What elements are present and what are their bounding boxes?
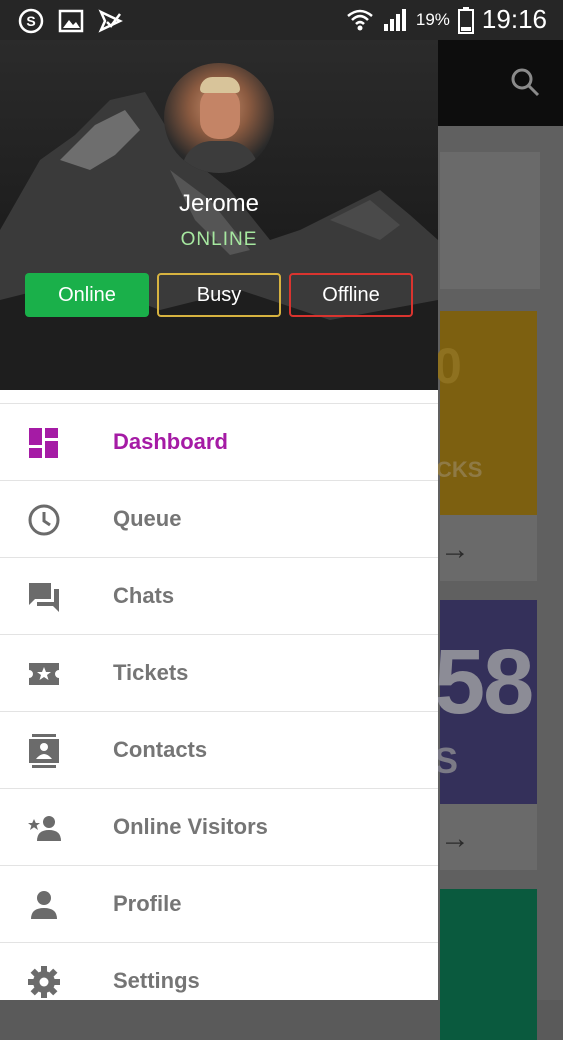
person-icon bbox=[31, 891, 57, 919]
battery-percent: 19% bbox=[415, 9, 450, 29]
skype-icon: S bbox=[18, 8, 44, 34]
task-check-icon bbox=[98, 9, 123, 33]
menu-item-queue[interactable]: Queue bbox=[0, 480, 438, 557]
background-card-yellow[interactable]: 0 CKS bbox=[434, 311, 537, 515]
background-card[interactable] bbox=[440, 152, 540, 289]
search-icon[interactable] bbox=[509, 66, 541, 98]
navigation-drawer: Jerome ONLINE Online Busy Offline Dashbo… bbox=[0, 40, 438, 1000]
drawer-menu: Dashboard Queue Chats Tickets Contacts O… bbox=[0, 403, 438, 1019]
menu-label: Profile bbox=[113, 891, 182, 916]
status-bar: S 19% 19:16 bbox=[0, 0, 563, 40]
menu-label: Online Visitors bbox=[113, 814, 268, 839]
gear-icon bbox=[28, 966, 60, 998]
chat-icon bbox=[29, 583, 59, 612]
card-footer[interactable]: → bbox=[440, 804, 537, 870]
dashboard-icon bbox=[29, 428, 58, 458]
clock-time: 19:16 bbox=[481, 4, 547, 34]
svg-text:S: S bbox=[26, 13, 35, 29]
menu-item-chats[interactable]: Chats bbox=[0, 557, 438, 634]
user-status: ONLINE bbox=[180, 229, 258, 250]
arrow-right-icon: → bbox=[440, 822, 470, 855]
avatar[interactable] bbox=[164, 63, 274, 173]
wifi-icon bbox=[347, 9, 373, 30]
menu-item-online-visitors[interactable]: Online Visitors bbox=[0, 788, 438, 865]
menu-item-settings[interactable]: Settings bbox=[0, 942, 438, 1019]
menu-item-profile[interactable]: Profile bbox=[0, 865, 438, 942]
clock-icon bbox=[28, 504, 60, 536]
menu-item-tickets[interactable]: Tickets bbox=[0, 634, 438, 711]
menu-label: Contacts bbox=[113, 737, 208, 762]
menu-item-dashboard[interactable]: Dashboard bbox=[0, 403, 438, 480]
arrow-right-icon: → bbox=[440, 533, 470, 566]
menu-label: Tickets bbox=[113, 660, 189, 685]
contacts-icon bbox=[29, 734, 59, 768]
background-card-green[interactable] bbox=[440, 889, 537, 1040]
ticket-icon bbox=[29, 663, 59, 685]
user-name: Jerome bbox=[178, 190, 260, 217]
battery-icon bbox=[457, 6, 474, 34]
menu-label: Dashboard bbox=[113, 429, 228, 454]
menu-item-contacts[interactable]: Contacts bbox=[0, 711, 438, 788]
card-label: CKS bbox=[436, 457, 483, 482]
menu-label: Chats bbox=[113, 583, 175, 608]
menu-label: Queue bbox=[113, 506, 182, 531]
signal-icon bbox=[383, 8, 406, 31]
image-icon bbox=[58, 9, 84, 33]
drawer-header: Jerome ONLINE Online Busy Offline bbox=[0, 40, 438, 390]
online-button[interactable]: Online bbox=[25, 273, 149, 317]
visitors-icon bbox=[28, 816, 61, 841]
busy-button[interactable]: Busy bbox=[157, 273, 281, 317]
card-number: 0 bbox=[434, 338, 462, 394]
card-number: 58 bbox=[434, 631, 534, 733]
offline-button[interactable]: Offline bbox=[289, 273, 413, 317]
card-footer[interactable]: → bbox=[440, 515, 537, 581]
background-card-purple[interactable]: 58 S bbox=[434, 600, 537, 804]
menu-label: Settings bbox=[113, 968, 200, 993]
